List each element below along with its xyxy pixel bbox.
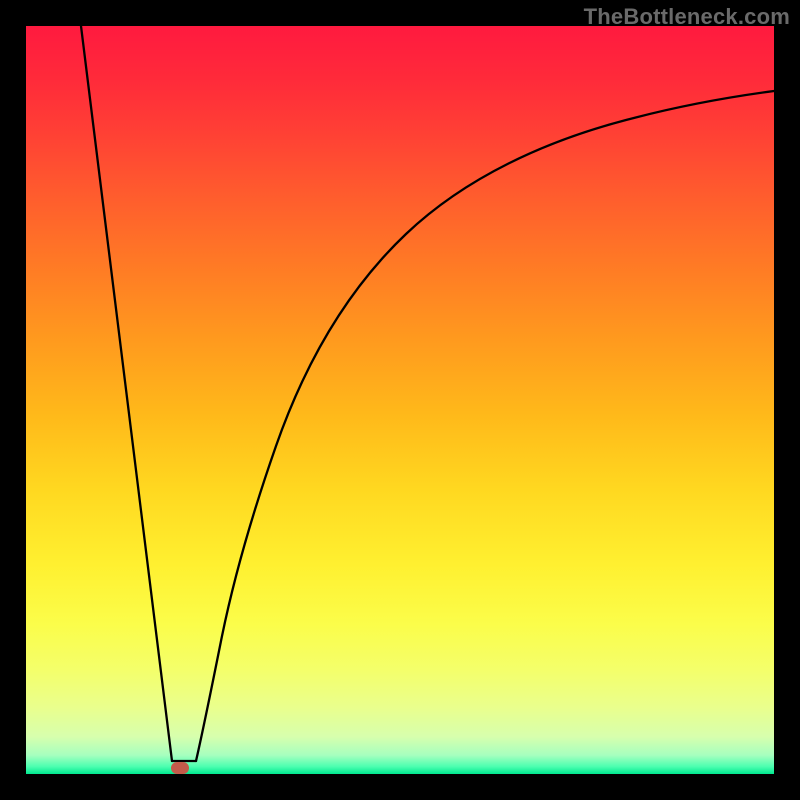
optimal-point-marker — [171, 762, 189, 774]
bottleneck-curve — [26, 26, 774, 774]
curve-left-descent — [81, 26, 172, 761]
curve-right-rise — [196, 91, 774, 761]
chart-frame: TheBottleneck.com — [0, 0, 800, 800]
attribution-text: TheBottleneck.com — [584, 4, 790, 30]
